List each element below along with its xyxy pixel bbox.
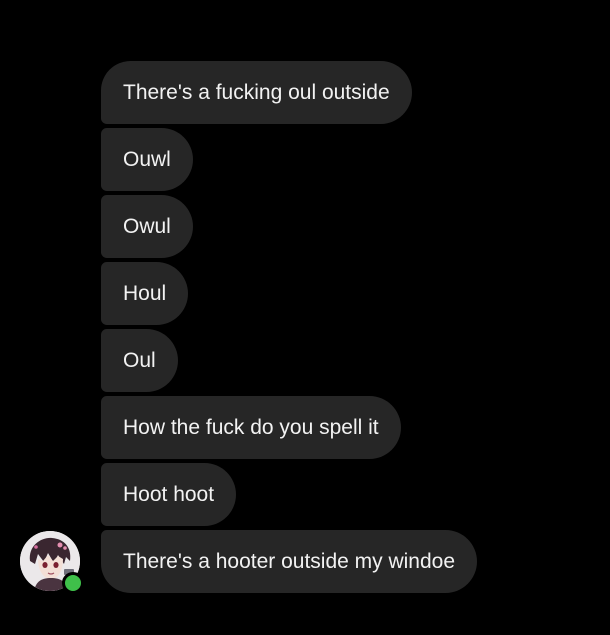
chat-thread: There's a fucking oul outside Ouwl Owul …: [0, 0, 610, 635]
message-text: There's a hooter outside my windoe: [123, 549, 456, 573]
message-text: Hoot hoot: [123, 482, 215, 506]
message-text: Owul: [123, 214, 171, 238]
message-bubble[interactable]: There's a fucking oul outside: [101, 61, 412, 124]
message-text: Houl: [123, 281, 167, 305]
message-bubble[interactable]: Owul: [101, 195, 193, 258]
online-status-indicator: [62, 572, 84, 594]
message-text: There's a fucking oul outside: [123, 80, 390, 104]
message-text: Ouwl: [123, 147, 171, 171]
message-bubble[interactable]: Houl: [101, 262, 189, 325]
message-bubble[interactable]: There's a hooter outside my windoe: [101, 530, 478, 593]
message-bubble[interactable]: Ouwl: [101, 128, 193, 191]
message-bubble[interactable]: Hoot hoot: [101, 463, 237, 526]
message-text: How the fuck do you spell it: [123, 415, 379, 439]
message-bubble[interactable]: How the fuck do you spell it: [101, 396, 401, 459]
message-bubble[interactable]: Oul: [101, 329, 178, 392]
message-text: Oul: [123, 348, 156, 372]
